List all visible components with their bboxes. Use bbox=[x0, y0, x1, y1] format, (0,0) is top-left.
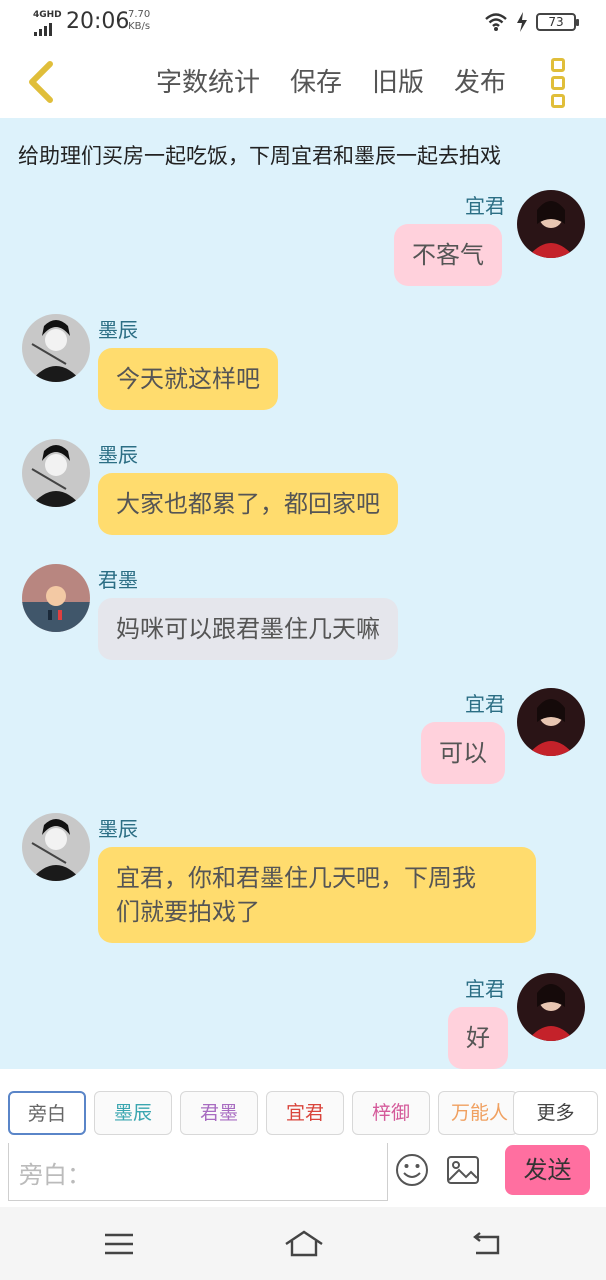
image-icon[interactable] bbox=[446, 1155, 480, 1185]
chip-wanneng[interactable]: 万能人 bbox=[438, 1091, 518, 1135]
composer: 旁白： 发送 bbox=[0, 1141, 606, 1207]
send-button[interactable]: 发送 bbox=[505, 1145, 590, 1195]
narration-text: 给助理们买房一起吃饭，下周宜君和墨辰一起去拍戏 bbox=[18, 144, 501, 168]
avatar-yijun[interactable] bbox=[517, 190, 585, 258]
speaker-name: 墨辰 bbox=[98, 318, 138, 342]
status-bar: 4GHD 20:06 7.70 KB/s 73 bbox=[0, 0, 606, 44]
message-line: 宜君，你和君墨住几天吧，下周我 bbox=[116, 864, 476, 892]
more-menu-icon[interactable] bbox=[548, 58, 568, 108]
message-line: 们就要拍戏了 bbox=[116, 898, 260, 926]
avatar-yijun[interactable] bbox=[517, 973, 585, 1041]
chevron-left-icon bbox=[29, 61, 53, 103]
message-bubble[interactable]: 妈咪可以跟君墨住几天嘛 bbox=[98, 598, 398, 660]
publish-button[interactable]: 发布 bbox=[454, 62, 506, 99]
speaker-name: 墨辰 bbox=[98, 817, 138, 841]
chip-ziyu[interactable]: 梓御 bbox=[352, 1091, 430, 1135]
home-icon[interactable] bbox=[284, 1229, 324, 1259]
system-nav-bar bbox=[0, 1207, 606, 1280]
network-speed: 7.70 KB/s bbox=[128, 9, 151, 32]
chip-more[interactable]: 更多 bbox=[513, 1091, 598, 1135]
chat-area[interactable]: 给助理们买房一起吃饭，下周宜君和墨辰一起去拍戏 宜君 不客气 墨辰 今天就这样吧… bbox=[0, 118, 606, 1069]
battery-icon: 73 bbox=[536, 13, 579, 31]
back-button[interactable] bbox=[18, 58, 64, 106]
speaker-name: 宜君 bbox=[465, 194, 505, 218]
avatar-junmo[interactable] bbox=[22, 564, 90, 632]
cell-signal-icon: 4GHD bbox=[33, 10, 62, 36]
old-version-button[interactable]: 旧版 bbox=[372, 62, 424, 99]
message-bubble[interactable]: 好 bbox=[448, 1007, 508, 1069]
top-toolbar: 字数统计 保存 旧版 发布 bbox=[0, 44, 606, 118]
avatar-yijun[interactable] bbox=[517, 688, 585, 756]
emoji-icon[interactable] bbox=[395, 1153, 429, 1187]
back-nav-icon[interactable] bbox=[470, 1229, 504, 1259]
chip-yijun[interactable]: 宜君 bbox=[266, 1091, 344, 1135]
speaker-name: 宜君 bbox=[465, 692, 505, 716]
speaker-name: 君墨 bbox=[98, 568, 138, 592]
message-bubble[interactable]: 今天就这样吧 bbox=[98, 348, 278, 410]
menu-icon[interactable] bbox=[102, 1229, 136, 1259]
character-selector: 旁白 墨辰 君墨 宜君 梓御 万能人 更多 bbox=[0, 1069, 606, 1141]
charging-icon bbox=[517, 12, 527, 32]
speaker-name: 宜君 bbox=[465, 977, 505, 1001]
status-time: 20:06 bbox=[66, 9, 130, 34]
avatar-mochen[interactable] bbox=[22, 813, 90, 881]
chip-mochen[interactable]: 墨辰 bbox=[94, 1091, 172, 1135]
message-bubble[interactable]: 可以 bbox=[421, 722, 505, 784]
chip-narrator[interactable]: 旁白 bbox=[8, 1091, 86, 1135]
chip-junmo[interactable]: 君墨 bbox=[180, 1091, 258, 1135]
network-type: 4GHD bbox=[33, 10, 62, 20]
avatar-mochen[interactable] bbox=[22, 439, 90, 507]
message-bubble[interactable]: 不客气 bbox=[394, 224, 502, 286]
wifi-icon bbox=[485, 13, 507, 31]
message-bubble[interactable]: 宜君，你和君墨住几天吧，下周我 们就要拍戏了 bbox=[98, 847, 536, 943]
word-count-button[interactable]: 字数统计 bbox=[156, 62, 260, 99]
save-button[interactable]: 保存 bbox=[290, 62, 342, 99]
message-input[interactable]: 旁白： bbox=[8, 1143, 388, 1201]
avatar-mochen[interactable] bbox=[22, 314, 90, 382]
speaker-name: 墨辰 bbox=[98, 443, 138, 467]
message-bubble[interactable]: 大家也都累了，都回家吧 bbox=[98, 473, 398, 535]
